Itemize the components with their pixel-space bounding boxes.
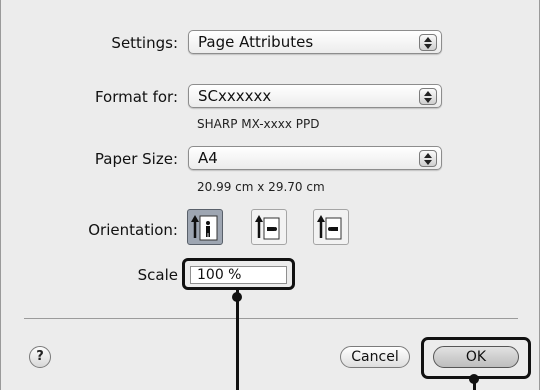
scale-field-highlight: 100 % [182, 258, 295, 290]
orientation-landscape-left-button[interactable] [251, 209, 287, 245]
orientation-label: Orientation: [88, 221, 178, 239]
scale-callout-dot [232, 292, 242, 302]
orientation-landscape-right-button[interactable] [313, 209, 349, 245]
orientation-portrait-button[interactable] [187, 209, 223, 245]
paper-size-popup-value: A4 [198, 149, 218, 167]
settings-label: Settings: [111, 34, 178, 52]
landscape-left-orientation-icon [255, 215, 280, 240]
cancel-button[interactable]: Cancel [340, 346, 410, 368]
help-button[interactable]: ? [29, 346, 51, 368]
scale-callout-line [236, 290, 239, 390]
printer-model-text: SHARP MX-xxxx PPD [197, 117, 320, 131]
popup-arrows-icon [419, 88, 437, 105]
scale-input[interactable]: 100 % [190, 266, 287, 284]
format-for-popup[interactable]: SCxxxxxx [188, 84, 442, 108]
divider [24, 318, 518, 319]
popup-arrows-icon [419, 150, 437, 167]
paper-dimensions-text: 20.99 cm x 29.70 cm [197, 180, 325, 194]
paper-size-popup[interactable]: A4 [188, 146, 442, 170]
ok-callout-dot [469, 374, 479, 384]
format-for-label: Format for: [94, 88, 178, 106]
scale-label: Scale [137, 266, 178, 284]
format-for-popup-value: SCxxxxxx [198, 87, 272, 105]
landscape-right-orientation-icon [317, 215, 342, 240]
portrait-orientation-icon [191, 215, 218, 241]
ok-button[interactable]: OK [433, 346, 519, 368]
popup-arrows-icon [419, 34, 437, 51]
settings-popup[interactable]: Page Attributes [188, 30, 442, 54]
settings-popup-value: Page Attributes [198, 33, 314, 51]
page-setup-dialog: Settings: Page Attributes Format for: SC… [0, 0, 540, 390]
paper-size-label: Paper Size: [94, 150, 178, 168]
